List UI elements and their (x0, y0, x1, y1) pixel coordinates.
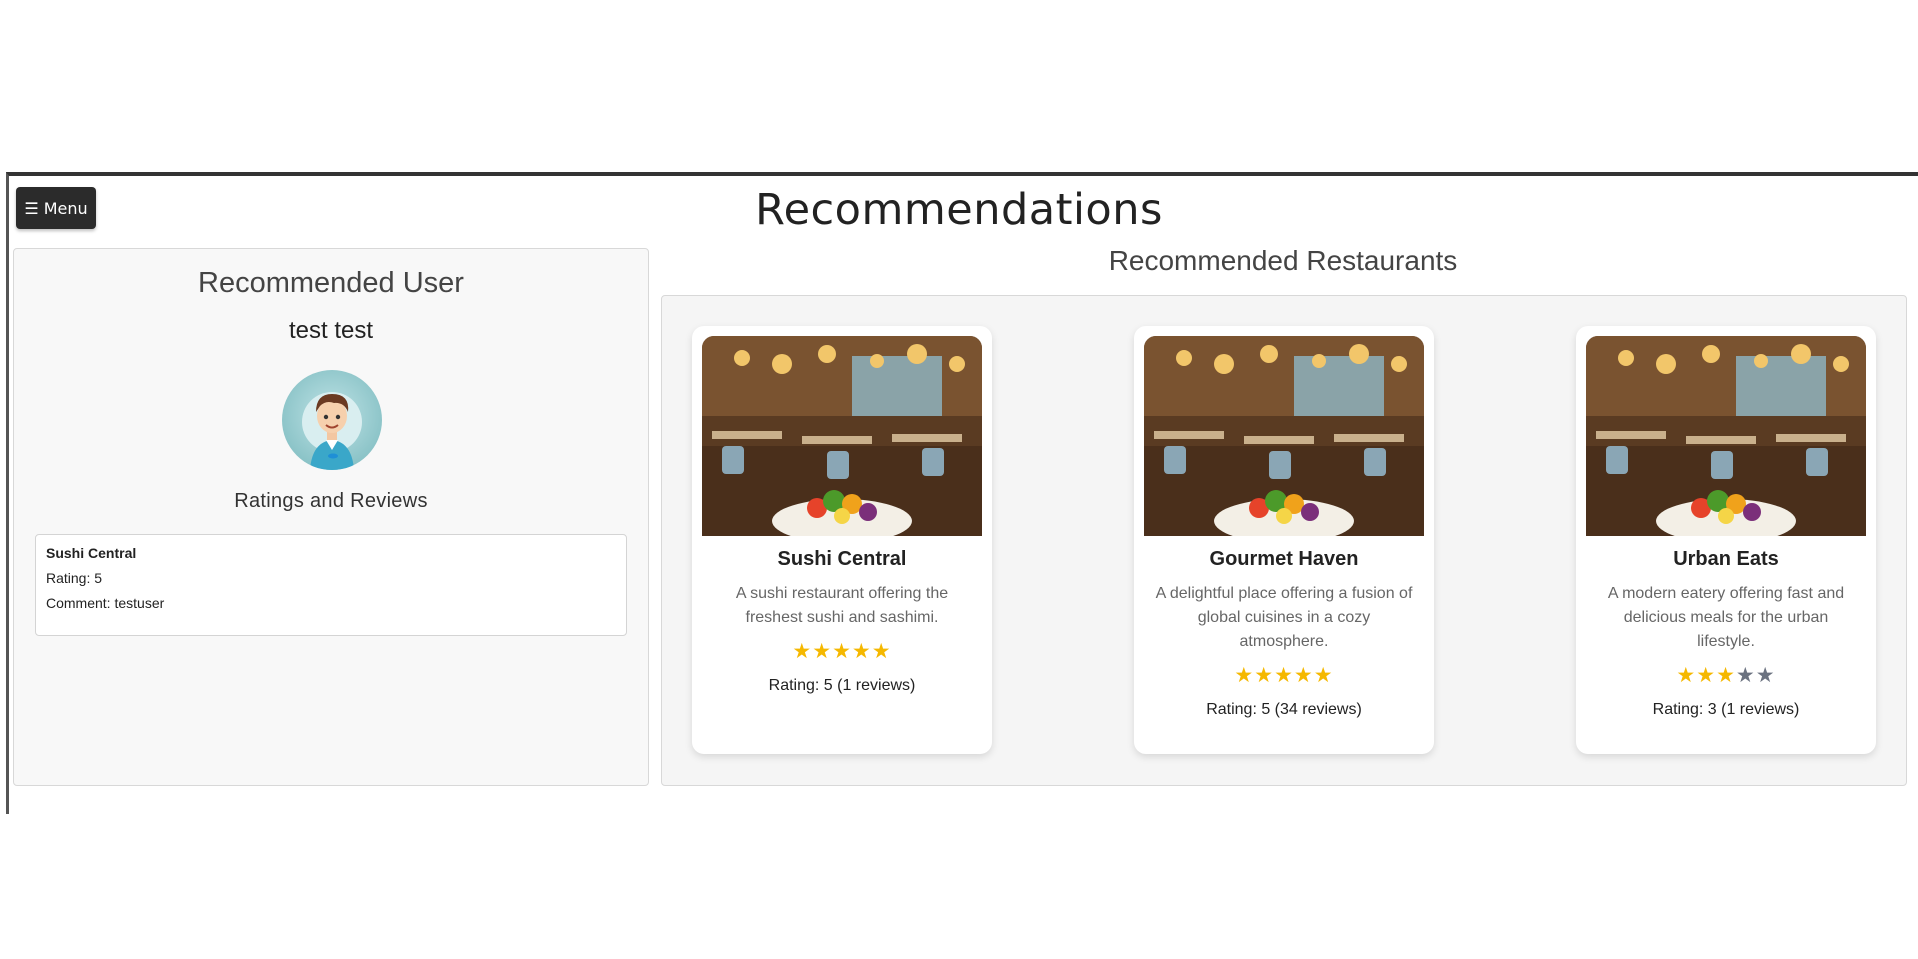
recommended-restaurants-heading: Recommended Restaurants (1108, 245, 1458, 276)
restaurant-name: Urban Eats (1673, 548, 1779, 570)
page-title: Recommendations (755, 185, 1163, 235)
restaurant-description: A modern eatery offering fast and delici… (1607, 585, 1845, 650)
star-rating: ★★★★★ (1134, 663, 1434, 688)
user-avatar-icon (302, 392, 362, 470)
rating-summary: Rating: 5 (1 reviews) (768, 677, 916, 694)
restaurant-interior-image (702, 336, 982, 536)
star-empty-icon: ★ (1735, 664, 1756, 687)
star-filled-icon: ★ (1293, 664, 1314, 687)
restaurant-card-sushi-central[interactable]: Sushi Central A sushi restaurant offerin… (692, 326, 992, 754)
restaurant-image (1586, 336, 1866, 536)
star-filled-icon: ★ (1254, 664, 1275, 687)
star-rating: ★★★★★ (692, 639, 992, 664)
star-empty-icon: ★ (1755, 664, 1776, 687)
restaurant-description: A delightful place offering a fusion of … (1155, 585, 1413, 650)
restaurant-image (702, 336, 982, 536)
star-filled-icon: ★ (851, 640, 872, 663)
star-filled-icon: ★ (1676, 664, 1697, 687)
restaurant-interior-image (1144, 336, 1424, 536)
restaurant-name: Sushi Central (777, 548, 907, 570)
ratings-reviews-heading: Ratings and Reviews (234, 490, 428, 512)
review-restaurant-name: Sushi Central (46, 545, 137, 561)
star-rating: ★★★★★ (1576, 663, 1876, 688)
restaurant-name: Gourmet Haven (1209, 548, 1359, 570)
rating-summary: Rating: 5 (34 reviews) (1206, 701, 1362, 718)
restaurant-interior-image (1586, 336, 1866, 536)
restaurant-card-urban-eats[interactable]: Urban Eats A modern eatery offering fast… (1576, 326, 1876, 754)
star-filled-icon: ★ (832, 640, 852, 663)
recommended-user-heading: Recommended User (198, 267, 464, 299)
review-card: Sushi Central Rating: 5 Comment: testuse… (35, 534, 627, 636)
restaurant-card-gourmet-haven[interactable]: Gourmet Haven A delightful place offerin… (1134, 326, 1434, 754)
star-filled-icon: ★ (812, 640, 833, 663)
star-filled-icon: ★ (792, 640, 813, 663)
star-filled-icon: ★ (1234, 664, 1255, 687)
star-filled-icon: ★ (1274, 664, 1294, 687)
star-filled-icon: ★ (871, 640, 892, 663)
restaurant-image (1144, 336, 1424, 536)
avatar (282, 370, 382, 470)
review-comment: Comment: testuser (46, 595, 165, 611)
recommended-restaurants-panel: Sushi Central A sushi restaurant offerin… (661, 295, 1907, 786)
recommended-user-panel: Recommended User test test Ratings and R… (13, 248, 649, 786)
star-filled-icon: ★ (1696, 664, 1717, 687)
restaurant-description: A sushi restaurant offering the freshest… (735, 585, 949, 626)
star-filled-icon: ★ (1716, 664, 1736, 687)
star-filled-icon: ★ (1313, 664, 1334, 687)
rating-summary: Rating: 3 (1 reviews) (1652, 701, 1800, 718)
user-name: test test (288, 317, 374, 344)
review-rating: Rating: 5 (46, 570, 103, 586)
